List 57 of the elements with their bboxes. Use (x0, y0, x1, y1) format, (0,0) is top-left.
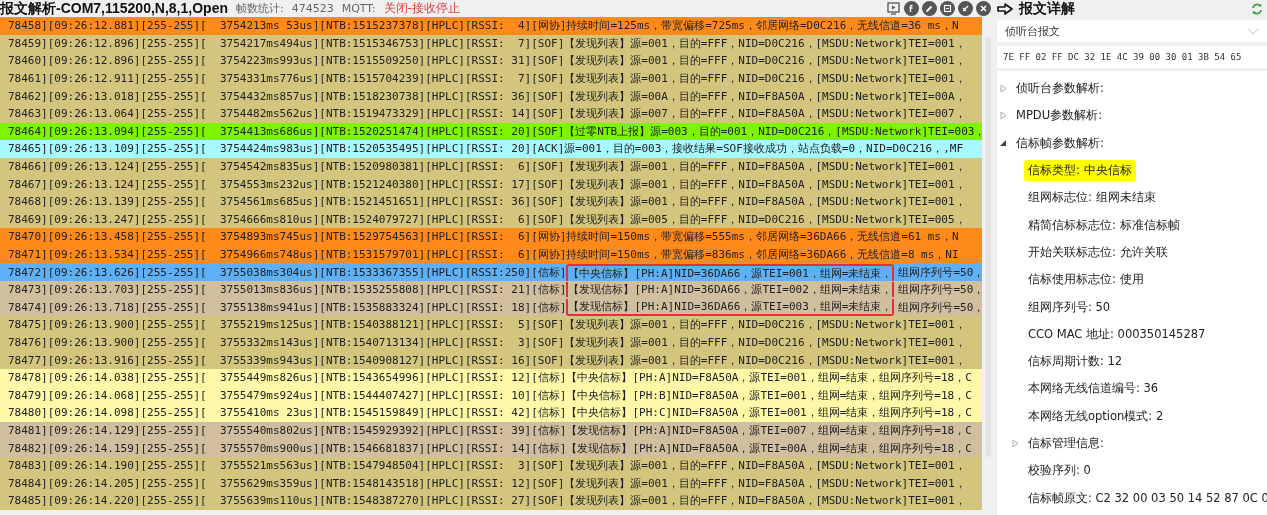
arrow-right-icon (997, 2, 1013, 15)
log-text: 78464][09:26:13.094][255-255][ 3754413ms686us][NTB:1520251474][HPLC][RSSI: 20][SOF]【过零NTB上报】源=003，目的=001，NID=D0C216，[MSDU:Network]TEI=003， (8, 123, 982, 139)
tree-item[interactable]: 开始关联标志位: 允许关联 (1024, 241, 1172, 263)
log-text: 78459][09:26:12.896][255-255][ 3754217ms494us][NTB:1515346753][HPLC][RSSI: 7][SOF]【发现列表】源=001，目的=FFF，NID=D0C216，[MSDU:Network]TEI=001， (8, 35, 966, 51)
log-text: 78478][09:26:14.038][255-255][ 3755449ms826us][NTB:1543654996][HPLC][RSSI: 12][信标]【中央信标】[PH:A]NID=F8A50A，源TEI=001，组网=结束，组网序列号=18，C (8, 370, 972, 386)
log-text: 78461][09:26:12.911][255-255][ 3754331ms776us][NTB:1515704239][HPLC][RSSI: 7][SOF]【发现列表】源=001，目的=FFF，NID=D0C216，[MSDU:Network]TEI=001， (8, 71, 966, 87)
brush-icon[interactable] (922, 1, 937, 16)
log-text: 78483][09:26:14.190][255-255][ 3755521ms563us][NTB:1547948504][HPLC][RSSI: 3][SOF]【发现列表】源=001，目的=FFF，NID=F8A50A，[MSDU:Network]TEI=001， (8, 458, 966, 474)
log-text: 78472][09:26:13.626][255-255][ 3755038ms304us][NTB:1533367355][HPLC][RSSI:250][信标] (8, 264, 567, 280)
log-text: 78468][09:26:13.139][255-255][ 3754561ms685us][NTB:1521451651][HPLC][RSSI: 36][SOF]【发现列表】源=001，目的=FFF，NID=F8A50A，[MSDU:Network]TEI=001， (8, 194, 966, 210)
frame-count: 474523 (291, 2, 334, 15)
log-text: 78479][09:26:14.068][255-255][ 3755479ms924us][NTB:1544407427][HPLC][RSSI: 10][信标]【中央信标】[PH:B]NID=F8A50A，源TEI=001，组网=结束，组网序列号=18，C (8, 387, 972, 403)
tree-item[interactable]: 本网络无线option模式: 2 (1024, 405, 1168, 427)
close-icon[interactable] (976, 1, 991, 16)
chevron-down-icon (1247, 27, 1259, 35)
tree-item[interactable]: 信标管理信息: (1024, 433, 1108, 454)
collapse-caret-icon[interactable] (1000, 139, 1006, 147)
highlighted-text: 【发现信标】[PH:A]NID=36DA66，源TEI=002，组网=未结束， (566, 282, 895, 298)
screen-play-icon[interactable] (886, 1, 901, 16)
log-row[interactable]: 78484][09:26:14.205][255-255][ 3755629ms359us][NTB:1548143518][HPLC][RSSI: 12][SOF]【发现列表】源=001，目的=FFF，NID=F8A50A，[MSDU:Network]TEI=001， (0, 474, 982, 493)
log-text: 78471][09:26:13.534][255-255][ 3754966ms748us][NTB:1531579701][HPLC][RSSI: 6][网协]持续时间=150ms，带宽偏移=836ms，邻居网络=36DA66，无线信道=8 ms，NI (8, 247, 959, 262)
log-text: 78463][09:26:13.064][255-255][ 3754482ms562us][NTB:1519473329][HPLC][RSSI: 14][SOF]【发现列表】源=007，目的=FFF，NID=F8A50A，[MSDU:Network]TEI=007， (8, 106, 966, 122)
window-title: 报文解析-COM7,115200,N,8,1,Open (0, 0, 228, 18)
log-text: 组网序列号=50， (898, 282, 982, 298)
log-text: 78474][09:26:13.718][255-255][ 3755138ms941us][NTB:1535883324][HPLC][RSSI: 18][信标] (8, 299, 567, 315)
mqtt-status: 关闭-接收停止 (383, 0, 460, 17)
log-text: 78473][09:26:13.703][255-255][ 3755013ms836us][NTB:1535255808][HPLC][RSSI: 21][信标] (8, 282, 567, 298)
tree-item[interactable]: 校验序列: 0 (1024, 460, 1095, 482)
log-text: 78469][09:26:13.247][255-255][ 3754666ms810us][NTB:1524079727][HPLC][RSSI: 6][SOF]【发现列表】源=005，目的=FFF，NID=D0C216，[MSDU:Network]TEI=005， (8, 211, 966, 227)
log-text: 78466][09:26:13.124][255-255][ 3754542ms835us][NTB:1520980381][HPLC][RSSI: 6][SOF]【发现列表】源=001，目的=FFF，NID=F8A50A，[MSDU:Network]TEI=001， (8, 159, 966, 175)
clear-icon[interactable] (958, 1, 973, 16)
log-text: 组网序列号=50， (898, 264, 982, 280)
frame-type-dropdown[interactable]: 侦听台报文 (997, 20, 1267, 42)
tree-item[interactable]: MPDU参数解析: (1012, 105, 1106, 127)
log-text: 78476][09:26:13.900][255-255][ 3755332ms143us][NTB:1540713134][HPLC][RSSI: 3][SOF]【发现列表】源=001，目的=FFF，NID=D0C216，[MSDU:Network]TEI=001， (8, 335, 966, 350)
frame-count-label: 帧数统计: (235, 1, 284, 16)
tree-item[interactable]: 信标类型: 中央信标 (1024, 160, 1136, 182)
tree-item[interactable]: CCO MAC 地址: 000350145287 (1024, 323, 1210, 345)
refresh-icon[interactable] (1251, 2, 1263, 15)
tree-item[interactable]: 信标周期计数: 12 (1024, 351, 1127, 373)
hex-field[interactable]: 7E FF 02 FF DC 32 1E 4C 39 00 30 01 3B 54 65 (997, 46, 1267, 68)
tree-item[interactable]: 精简信标标志位: 标准信标帧 (1024, 214, 1184, 236)
tree-item[interactable]: 本网络无线信道编号: 36 (1024, 378, 1163, 400)
tree-item[interactable]: 信标使用标志位: 使用 (1024, 269, 1148, 291)
log-row[interactable]: 78479][09:26:14.068][255-255][ 3755479ms924us][NTB:1544407427][HPLC][RSSI: 10][信标]【中央信标】[PH:B]NID=F8A50A，源TEI=001，组网=结束，组网序列号=18，C (0, 386, 982, 405)
log-text: 组网序列号=50， (898, 299, 982, 315)
panel-title: 报文详解 (1019, 0, 1075, 18)
log-row[interactable]: 78472][09:26:13.626][255-255][ 3755038ms304us][NTB:1533367355][HPLC][RSSI:250][信标] 【中央信标】[PH:A]NID=36DA66，源TEI=001，组网=未结束， 组网序列号=50， (0, 263, 982, 281)
tree-item[interactable]: 信标帧参数解析: (1012, 132, 1108, 154)
tree-item[interactable]: 组网序列号: 50 (1024, 296, 1115, 318)
mqtt-label: MQTT: (341, 2, 376, 15)
tree-item[interactable]: 侦听台参数解析: (1012, 78, 1108, 100)
tree-item[interactable]: 组网标志位: 组网未结束 (1024, 187, 1160, 209)
f-icon[interactable] (904, 1, 919, 16)
save-icon[interactable] (940, 1, 955, 16)
log-text: 78481][09:26:14.129][255-255][ 3755540ms802us][NTB:1545929392][HPLC][RSSI: 39][信标]【发现信标】[PH:A]NID=F8A50A，源TEI=007，组网=结束，组网序列号=18，C (8, 422, 972, 438)
log-text: 78484][09:26:14.205][255-255][ 3755629ms359us][NTB:1548143518][HPLC][RSSI: 12][SOF]【发现列表】源=001，目的=FFF，NID=F8A50A，[MSDU:Network]TEI=001， (8, 475, 966, 491)
